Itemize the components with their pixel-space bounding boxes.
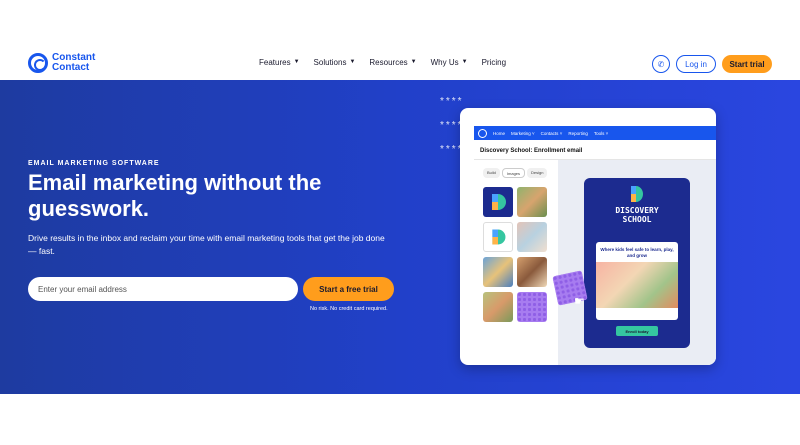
asterisk-decoration: **** (440, 96, 464, 107)
hero-section: EMAIL MARKETING SOFTWARE Email marketing… (0, 80, 800, 394)
app-nav-tools: Tools ˅ (593, 130, 609, 136)
card-headline: Where kids feel safe to learn, play, and… (600, 247, 674, 258)
brand-name-line2: Contact (52, 62, 90, 73)
hand-cursor-icon: ☛ (574, 294, 585, 308)
brand-logo[interactable]: Constant Contact (28, 53, 95, 73)
email-content-card: Where kids feel safe to learn, play, and… (596, 242, 678, 320)
enroll-today-button: Enroll today (616, 326, 658, 336)
panel-tabs: Build Images Design (483, 168, 548, 178)
image-library-panel: Build Images Design (474, 160, 558, 365)
menu-item-label: Pricing (481, 58, 507, 67)
photo-thumbnail (517, 257, 547, 287)
menu-item-label: Features (259, 58, 291, 67)
page-bottom (0, 394, 800, 445)
app-email-title: Discovery School: Enrollment email (480, 148, 583, 154)
hero-subhead: Drive results in the inbox and reclaim y… (28, 233, 385, 256)
main-menu: Features ▼ Solutions ▼ Resources ▼ Why U… (259, 58, 506, 67)
logo-thumbnail (483, 222, 513, 252)
tab-design: Design (527, 168, 548, 178)
menu-item-resources[interactable]: Resources ▼ (369, 58, 416, 67)
chevron-down-icon: ▼ (349, 58, 356, 65)
constant-contact-logo-icon (28, 53, 48, 73)
tab-build: Build (483, 168, 500, 178)
fine-print: No risk. No credit card required. (310, 306, 388, 312)
nav-actions: ✆ Log in Start trial (652, 55, 772, 73)
tab-images: Images (501, 168, 526, 178)
menu-item-pricing[interactable]: Pricing (482, 58, 506, 67)
menu-item-label: Solutions (313, 58, 347, 67)
photo-thumbnail (517, 222, 547, 252)
chevron-down-icon: ▼ (293, 58, 300, 65)
start-trial-button[interactable]: Start trial (722, 55, 772, 73)
app-logo-icon (478, 128, 487, 138)
photo-thumbnail (483, 257, 513, 287)
hero-headline: Email marketing without the guesswork. (28, 170, 322, 221)
phone-button[interactable]: ✆ (652, 55, 670, 73)
login-button[interactable]: Log in (676, 55, 716, 73)
email-canvas: DISCOVERY SCHOOL Where kids feel safe to… (558, 160, 716, 365)
menu-item-solutions[interactable]: Solutions ▼ (314, 58, 356, 67)
email-input[interactable] (28, 277, 298, 301)
app-nav-contacts: Contacts ˅ (540, 130, 563, 136)
app-nav-home: Home (493, 130, 506, 136)
app-nav-reporting: Reporting (568, 130, 588, 136)
chevron-down-icon: ▼ (461, 58, 468, 65)
brand-wordmark: Constant Contact (52, 53, 95, 73)
menu-item-why-us[interactable]: Why Us ▼ (431, 58, 468, 67)
kids-photo (596, 262, 678, 308)
menu-item-label: Why Us (430, 58, 459, 67)
product-screenshot: Home Marketing ˅ Contacts ˅ Reporting To… (460, 108, 716, 365)
discovery-logo-icon (631, 186, 643, 202)
app-nav-bar: Home Marketing ˅ Contacts ˅ Reporting To… (474, 126, 716, 140)
chevron-down-icon: ▼ (410, 58, 417, 65)
start-free-trial-button[interactable]: Start a free trial (303, 277, 394, 301)
pattern-thumbnail (517, 292, 547, 322)
hero-eyebrow: EMAIL MARKETING SOFTWARE (28, 160, 160, 167)
school-name: DISCOVERY SCHOOL (615, 206, 659, 224)
photo-thumbnail (483, 292, 513, 322)
app-nav-marketing: Marketing ˅ (511, 130, 535, 136)
page: Constant Contact Features ▼ Solutions ▼ … (0, 0, 800, 445)
top-nav: Constant Contact Features ▼ Solutions ▼ … (0, 48, 800, 80)
email-preview: DISCOVERY SCHOOL Where kids feel safe to… (584, 178, 690, 348)
photo-thumbnail (517, 187, 547, 217)
menu-item-label: Resources (369, 58, 408, 67)
phone-icon: ✆ (657, 59, 665, 69)
menu-item-features[interactable]: Features ▼ (259, 58, 300, 67)
logo-thumbnail (483, 187, 513, 217)
